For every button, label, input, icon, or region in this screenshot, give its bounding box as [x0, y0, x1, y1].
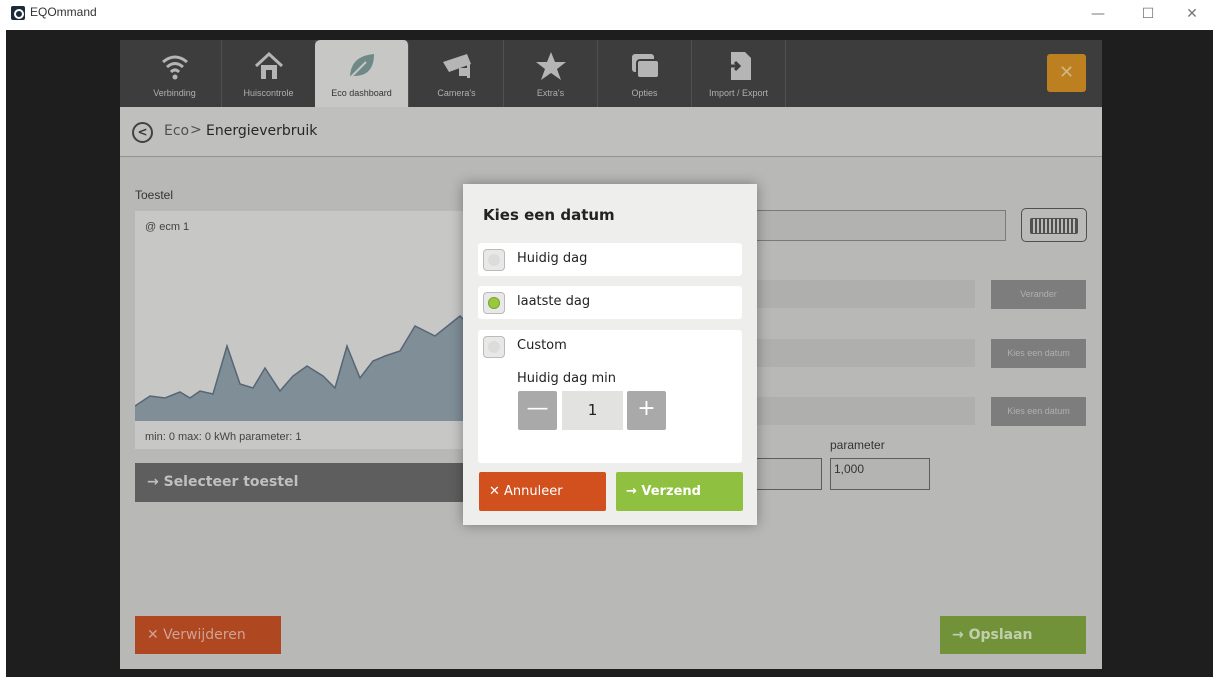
stepper-plus-button[interactable]: + — [627, 391, 666, 430]
radio-laatste-dag[interactable] — [483, 292, 505, 314]
radio-custom[interactable] — [483, 336, 505, 358]
stepper-value[interactable]: 1 — [562, 391, 623, 430]
option-label: laatste dag — [517, 294, 591, 309]
option-laatste-dag[interactable]: laatste dag — [478, 286, 742, 319]
send-button[interactable]: → Verzend — [616, 472, 743, 511]
minimize-button[interactable]: — — [1083, 3, 1113, 25]
radio-huidig-dag[interactable] — [483, 249, 505, 271]
option-huidig-dag[interactable]: Huidig dag — [478, 243, 742, 276]
date-picker-dialog: Kies een datum Huidig dag laatste dag Cu… — [463, 184, 757, 525]
option-custom[interactable]: Custom Huidig dag min — 1 + — [478, 330, 742, 463]
dialog-title: Kies een datum — [483, 206, 615, 224]
custom-sub-label: Huidig dag min — [517, 371, 616, 386]
cancel-button[interactable]: ✕ Annuleer — [479, 472, 606, 511]
option-label: Custom — [517, 338, 567, 353]
option-label: Huidig dag — [517, 251, 588, 266]
stepper-minus-button[interactable]: — — [518, 391, 557, 430]
app-logo-icon — [11, 6, 25, 20]
window-title: EQOmmand — [30, 5, 97, 19]
window-close-button[interactable]: ✕ — [1177, 3, 1207, 25]
window-titlebar: EQOmmand — ☐ ✕ — [0, 0, 1213, 30]
maximize-button[interactable]: ☐ — [1133, 3, 1163, 25]
